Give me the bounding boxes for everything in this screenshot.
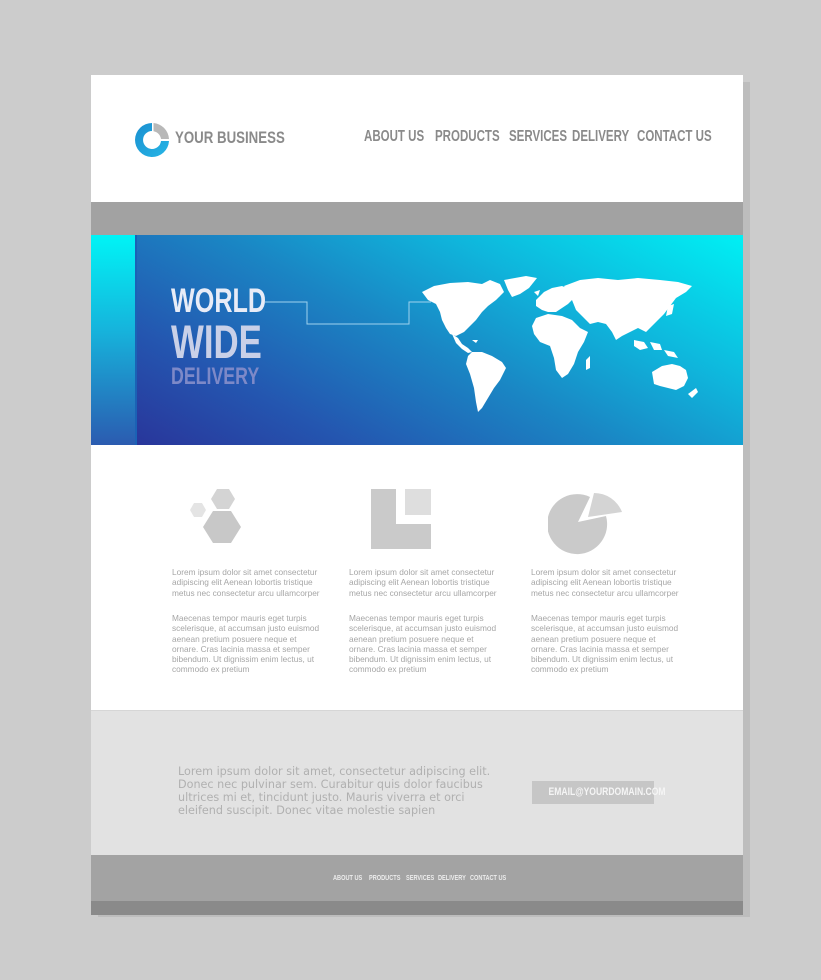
contact-section: Lorem ipsum dolor sit amet, consectetur … xyxy=(91,710,743,855)
header-divider-band xyxy=(91,202,743,235)
donut-chart-logo-icon[interactable] xyxy=(134,122,170,158)
site-header: YOUR BUSINESS ABOUT US PRODUCTS SERVICES… xyxy=(91,75,743,202)
footer-nav-services[interactable]: SERVICES xyxy=(406,875,434,882)
email-label: EMAIL@YOURDOMAIN.COM xyxy=(548,786,666,798)
footer-nav-about-us[interactable]: ABOUT US xyxy=(333,875,362,882)
nav-products[interactable]: PRODUCTS xyxy=(435,128,500,146)
features-section: Lorem ipsum dolor sit amet consectetur a… xyxy=(91,445,743,710)
feature-summary: Lorem ipsum dolor sit amet consectetur a… xyxy=(349,567,497,598)
contact-text: Lorem ipsum dolor sit amet, consectetur … xyxy=(178,765,491,817)
hero-banner: WORLD WIDE DELIVERY xyxy=(91,235,743,445)
footer-nav-products[interactable]: PRODUCTS xyxy=(369,875,400,882)
footer-bottom-bar xyxy=(91,901,743,915)
feature-summary: Lorem ipsum dolor sit amet consectetur a… xyxy=(172,567,320,598)
brand-name[interactable]: YOUR BUSINESS xyxy=(175,128,285,148)
email-button[interactable]: EMAIL@YOURDOMAIN.COM xyxy=(532,781,666,804)
nav-services[interactable]: SERVICES xyxy=(509,128,567,146)
squares-layout-icon xyxy=(371,489,431,549)
nav-delivery[interactable]: DELIVERY xyxy=(572,128,629,146)
site-footer: ABOUT US PRODUCTS SERVICES DELIVERY CONT… xyxy=(91,855,743,901)
footer-nav-delivery[interactable]: DELIVERY xyxy=(438,875,466,882)
website-template: YOUR BUSINESS ABOUT US PRODUCTS SERVICES… xyxy=(91,75,743,915)
feature-description: Maecenas tempor mauris eget turpis scele… xyxy=(531,613,679,675)
nav-about-us[interactable]: ABOUT US xyxy=(364,128,424,146)
footer-nav-contact-us[interactable]: CONTACT US xyxy=(470,875,506,882)
feature-description: Maecenas tempor mauris eget turpis scele… xyxy=(172,613,320,675)
world-map-icon xyxy=(422,276,698,412)
hexagons-icon xyxy=(190,489,241,543)
feature-description: Maecenas tempor mauris eget turpis scele… xyxy=(349,613,497,675)
nav-contact-us[interactable]: CONTACT US xyxy=(637,128,712,146)
feature-summary: Lorem ipsum dolor sit amet consectetur a… xyxy=(531,567,679,598)
pie-chart-icon xyxy=(548,492,622,555)
